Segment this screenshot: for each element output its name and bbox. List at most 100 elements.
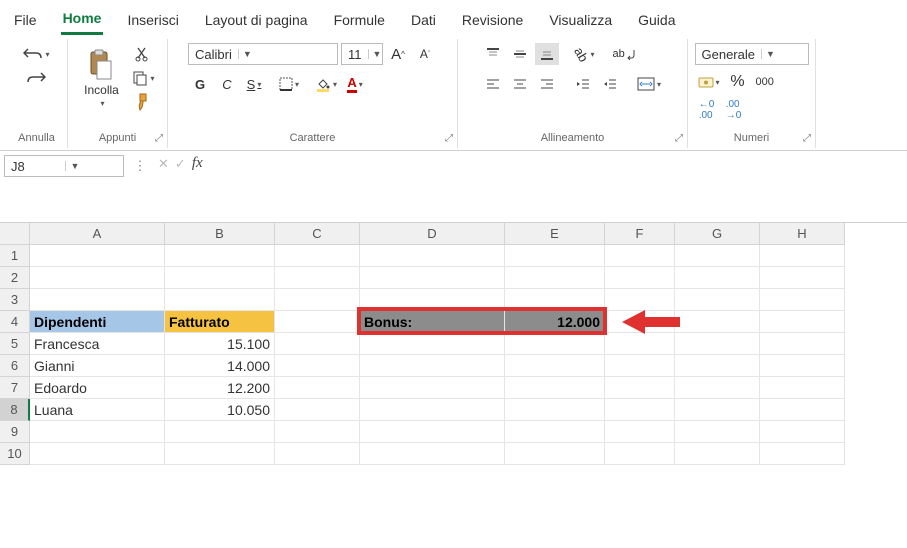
font-size-combo[interactable]: 11 ▼ xyxy=(341,43,383,65)
cell-B3[interactable] xyxy=(165,289,275,311)
cell-A2[interactable] xyxy=(30,267,165,289)
col-header-G[interactable]: G xyxy=(675,223,760,245)
align-top-button[interactable] xyxy=(481,43,505,65)
cell-G8[interactable] xyxy=(675,399,760,421)
italic-button[interactable]: C xyxy=(215,73,239,95)
col-header-D[interactable]: D xyxy=(360,223,505,245)
cell-B4[interactable]: Fatturato xyxy=(165,311,275,333)
cut-button[interactable] xyxy=(131,43,155,65)
cell-A3[interactable] xyxy=(30,289,165,311)
col-header-C[interactable]: C xyxy=(275,223,360,245)
cell-F7[interactable] xyxy=(605,377,675,399)
cell-C4[interactable] xyxy=(275,311,360,333)
increase-decimal-button[interactable]: ←0.00 xyxy=(695,99,719,121)
align-bottom-button[interactable] xyxy=(535,43,559,65)
cell-B2[interactable] xyxy=(165,267,275,289)
cell-A8[interactable]: Luana xyxy=(30,399,165,421)
menu-insert[interactable]: Inserisci xyxy=(125,8,180,34)
number-launcher[interactable]: ⤢ xyxy=(803,133,811,144)
wrap-text-button[interactable]: ab xyxy=(609,43,638,65)
bold-button[interactable]: G xyxy=(188,73,212,95)
font-name-combo[interactable]: Calibri ▼ xyxy=(188,43,338,65)
merge-button[interactable] xyxy=(634,73,664,95)
cell-D7[interactable] xyxy=(360,377,505,399)
fx-icon[interactable]: fx xyxy=(192,155,203,172)
col-header-E[interactable]: E xyxy=(505,223,605,245)
clipboard-launcher[interactable]: ⤢ xyxy=(155,133,163,144)
col-header-B[interactable]: B xyxy=(165,223,275,245)
comma-button[interactable]: 000 xyxy=(753,71,777,93)
cell-G1[interactable] xyxy=(675,245,760,267)
underline-button[interactable]: S xyxy=(242,73,266,95)
enter-formula-icon[interactable]: ✓ xyxy=(175,156,186,172)
orientation-button[interactable]: ab xyxy=(571,43,597,65)
cell-G3[interactable] xyxy=(675,289,760,311)
cell-H7[interactable] xyxy=(760,377,845,399)
cell-E6[interactable] xyxy=(505,355,605,377)
number-format-combo[interactable]: Generale ▼ xyxy=(695,43,809,65)
undo-button[interactable] xyxy=(20,43,52,65)
row-header-9[interactable]: 9 xyxy=(0,421,30,443)
cell-A9[interactable] xyxy=(30,421,165,443)
font-color-button[interactable]: A xyxy=(343,73,367,95)
borders-button[interactable] xyxy=(276,73,302,95)
cell-C9[interactable] xyxy=(275,421,360,443)
cell-D4[interactable]: Bonus: xyxy=(360,311,505,333)
cell-B10[interactable] xyxy=(165,443,275,465)
row-header-10[interactable]: 10 xyxy=(0,443,30,465)
menu-help[interactable]: Guida xyxy=(636,8,677,34)
format-painter-button[interactable] xyxy=(131,91,155,113)
cell-E7[interactable] xyxy=(505,377,605,399)
cell-A6[interactable]: Gianni xyxy=(30,355,165,377)
menu-view[interactable]: Visualizza xyxy=(547,8,614,34)
cell-E5[interactable] xyxy=(505,333,605,355)
cell-A4[interactable]: Dipendenti xyxy=(30,311,165,333)
decrease-font-button[interactable]: Aˇ xyxy=(413,43,437,65)
cell-E1[interactable] xyxy=(505,245,605,267)
grid[interactable]: A B C D E F G H 1 2 3 4 Dipendenti Fattu… xyxy=(0,223,907,465)
cell-C3[interactable] xyxy=(275,289,360,311)
cell-B9[interactable] xyxy=(165,421,275,443)
col-header-A[interactable]: A xyxy=(30,223,165,245)
fill-color-button[interactable] xyxy=(312,73,340,95)
increase-font-button[interactable]: A^ xyxy=(386,43,410,65)
align-center-button[interactable] xyxy=(508,73,532,95)
cell-D6[interactable] xyxy=(360,355,505,377)
cell-G5[interactable] xyxy=(675,333,760,355)
menu-formulas[interactable]: Formule xyxy=(332,8,387,34)
alignment-launcher[interactable]: ⤢ xyxy=(675,133,683,144)
percent-button[interactable]: % xyxy=(726,71,750,93)
cell-C7[interactable] xyxy=(275,377,360,399)
cell-B5[interactable]: 15.100 xyxy=(165,333,275,355)
col-header-F[interactable]: F xyxy=(605,223,675,245)
menu-file[interactable]: File xyxy=(12,8,39,34)
row-header-7[interactable]: 7 xyxy=(0,377,30,399)
row-header-5[interactable]: 5 xyxy=(0,333,30,355)
formula-input[interactable] xyxy=(209,155,907,177)
cell-G10[interactable] xyxy=(675,443,760,465)
cell-F2[interactable] xyxy=(605,267,675,289)
decrease-decimal-button[interactable]: .00→0 xyxy=(722,99,746,121)
cancel-formula-icon[interactable]: ✕ xyxy=(158,156,169,172)
select-all-corner[interactable] xyxy=(0,223,30,245)
cell-H4[interactable] xyxy=(760,311,845,333)
cell-E9[interactable] xyxy=(505,421,605,443)
cell-E3[interactable] xyxy=(505,289,605,311)
row-header-1[interactable]: 1 xyxy=(0,245,30,267)
currency-button[interactable] xyxy=(695,71,723,93)
cell-H1[interactable] xyxy=(760,245,845,267)
cell-F1[interactable] xyxy=(605,245,675,267)
row-header-4[interactable]: 4 xyxy=(0,311,30,333)
cell-A7[interactable]: Edoardo xyxy=(30,377,165,399)
cell-E2[interactable] xyxy=(505,267,605,289)
row-header-6[interactable]: 6 xyxy=(0,355,30,377)
cell-D9[interactable] xyxy=(360,421,505,443)
cell-B8[interactable]: 10.050 xyxy=(165,399,275,421)
cell-F10[interactable] xyxy=(605,443,675,465)
cell-C6[interactable] xyxy=(275,355,360,377)
cell-D10[interactable] xyxy=(360,443,505,465)
redo-button[interactable] xyxy=(23,67,49,89)
row-header-8[interactable]: 8 xyxy=(0,399,30,421)
cell-E10[interactable] xyxy=(505,443,605,465)
cell-H6[interactable] xyxy=(760,355,845,377)
